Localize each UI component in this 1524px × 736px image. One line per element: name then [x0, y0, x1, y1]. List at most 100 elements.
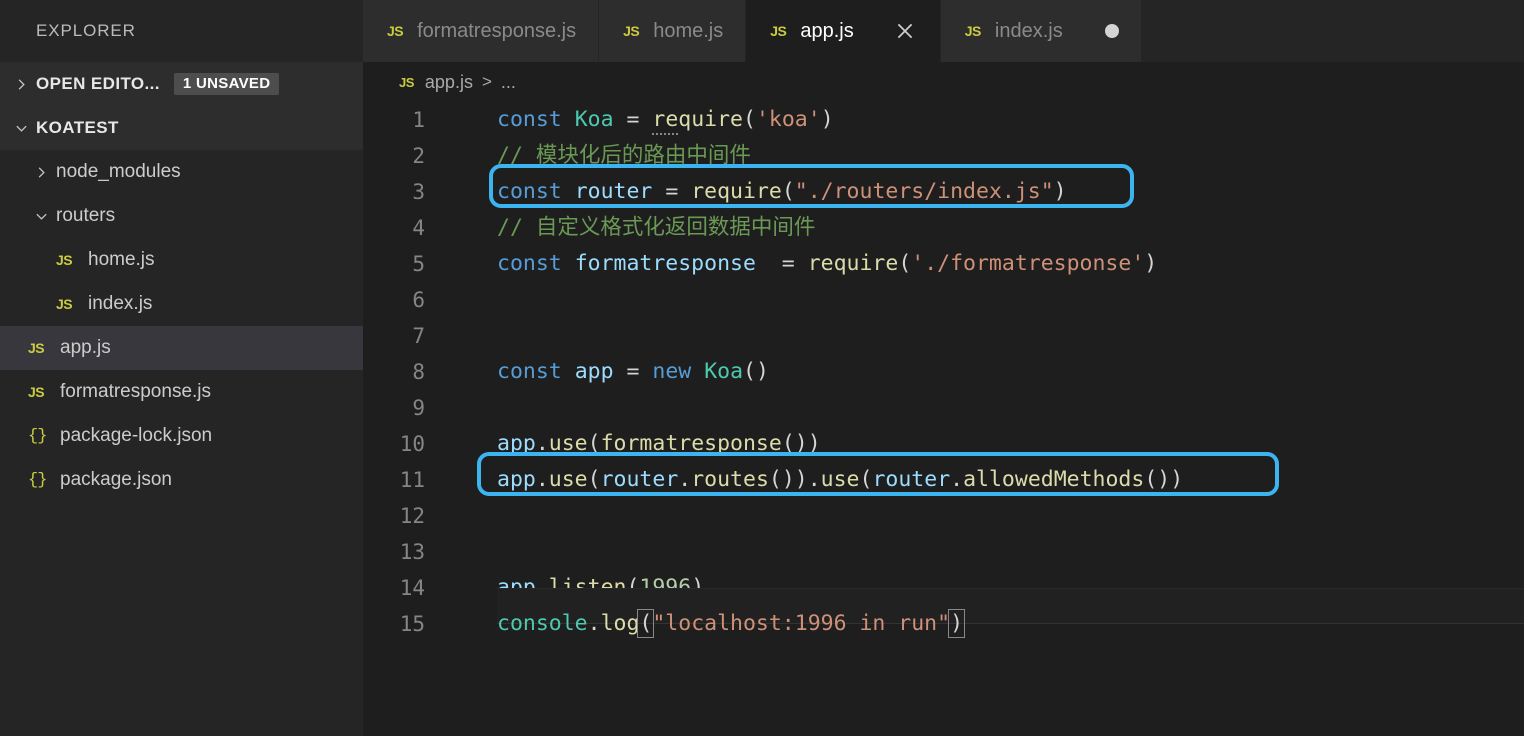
vscode-window: EXPLORER OPEN EDITO... 1 UNSAVED KOATEST	[0, 0, 1524, 736]
tree-item-package-lock-json[interactable]: {} package-lock.json	[0, 414, 363, 458]
breadcrumb-file[interactable]: app.js	[425, 72, 473, 93]
tab-label: formatresponse.js	[417, 20, 576, 43]
tree-item-label: package.json	[60, 469, 172, 491]
open-editors-label: OPEN EDITO...	[36, 74, 160, 94]
line-number: 5	[363, 246, 443, 282]
code-text: const app = new Koa()	[443, 354, 769, 390]
tree-item-label: routers	[56, 205, 115, 227]
code-line[interactable]: 10 app.use(formatresponse())	[363, 426, 1524, 462]
tab-app-js[interactable]: JS app.js	[746, 0, 941, 62]
code-text: // 模块化后的路由中间件	[443, 138, 751, 174]
code-lines: 1 const Koa = require('koa') 2 // 模块化后的路…	[363, 102, 1524, 642]
tree-item-app-js[interactable]: JS app.js	[0, 326, 363, 370]
workspace-name: KOATEST	[36, 118, 119, 138]
code-line[interactable]: 15 console.log("localhost:1996 in run")	[363, 606, 1524, 642]
tab-formatresponse-js[interactable]: JS formatresponse.js	[363, 0, 599, 62]
code-text	[443, 318, 510, 354]
code-text	[443, 282, 510, 318]
tree-item-index-js[interactable]: JS index.js	[0, 282, 363, 326]
tree-item-node-modules[interactable]: node_modules	[0, 150, 363, 194]
breadcrumb: JS app.js > ...	[363, 62, 1524, 102]
unsaved-badge: 1 UNSAVED	[174, 73, 279, 95]
code-text: console.log("localhost:1996 in run")	[443, 606, 963, 642]
code-line[interactable]: 5 const formatresponse = require('./form…	[363, 246, 1524, 282]
json-file-icon: {}	[28, 427, 58, 446]
tab-label: home.js	[653, 20, 723, 43]
tree-item-home-js[interactable]: JS home.js	[0, 238, 363, 282]
chevron-down-icon[interactable]	[28, 203, 54, 229]
line-number: 6	[363, 282, 443, 318]
code-text	[443, 498, 510, 534]
code-line[interactable]: 3 const router = require("./routers/inde…	[363, 174, 1524, 210]
workspace-section-header[interactable]: KOATEST	[0, 106, 363, 150]
js-file-icon: JS	[965, 23, 981, 39]
js-file-icon: JS	[770, 23, 786, 39]
code-text: // 自定义格式化返回数据中间件	[443, 210, 815, 246]
code-text: const formatresponse = require('./format…	[443, 246, 1157, 282]
js-file-icon: JS	[623, 23, 639, 39]
tab-index-js[interactable]: JS index.js	[941, 0, 1142, 62]
tree-item-routers[interactable]: routers	[0, 194, 363, 238]
code-line[interactable]: 1 const Koa = require('koa')	[363, 102, 1524, 138]
tree-item-package-json[interactable]: {} package.json	[0, 458, 363, 502]
code-line[interactable]: 12	[363, 498, 1524, 534]
json-file-icon: {}	[28, 471, 58, 490]
code-text: app.use(formatresponse())	[443, 426, 821, 462]
tab-label: index.js	[995, 20, 1063, 43]
tree-item-label: package-lock.json	[60, 425, 212, 447]
line-number: 15	[363, 606, 443, 642]
file-tree: node_modules routers JS home.js JS	[0, 150, 363, 502]
line-number: 11	[363, 462, 443, 498]
tree-item-label: app.js	[60, 337, 111, 359]
line-number: 2	[363, 138, 443, 174]
code-line[interactable]: 14 app.listen(1996)	[363, 570, 1524, 606]
js-file-icon: JS	[399, 75, 414, 90]
code-line[interactable]: 4 // 自定义格式化返回数据中间件	[363, 210, 1524, 246]
js-file-icon: JS	[28, 384, 58, 400]
tree-item-label: home.js	[88, 249, 155, 271]
js-file-icon: JS	[56, 296, 86, 312]
code-text: app.listen(1996)	[443, 570, 704, 606]
chevron-right-icon[interactable]	[28, 159, 54, 185]
chevron-right-icon[interactable]	[8, 71, 34, 97]
line-number: 13	[363, 534, 443, 570]
code-line[interactable]: 6	[363, 282, 1524, 318]
tab-home-js[interactable]: JS home.js	[599, 0, 746, 62]
explorer-title: EXPLORER	[0, 0, 363, 62]
line-number: 1	[363, 102, 443, 138]
breadcrumb-more[interactable]: ...	[501, 72, 516, 93]
code-line[interactable]: 2 // 模块化后的路由中间件	[363, 138, 1524, 174]
js-file-icon: JS	[28, 340, 58, 356]
tree-item-label: index.js	[88, 293, 152, 315]
tab-bar-filler	[1142, 0, 1524, 62]
js-file-icon: JS	[387, 23, 403, 39]
code-line[interactable]: 13	[363, 534, 1524, 570]
code-line[interactable]: 8 const app = new Koa()	[363, 354, 1524, 390]
tree-item-label: formatresponse.js	[60, 381, 211, 403]
line-number: 7	[363, 318, 443, 354]
close-icon[interactable]	[892, 18, 918, 44]
chevron-right-icon: >	[482, 72, 492, 92]
editor-area: JS formatresponse.js JS home.js JS app.j…	[363, 0, 1524, 736]
unsaved-dot-icon[interactable]	[1105, 24, 1119, 38]
line-number: 4	[363, 210, 443, 246]
line-number: 3	[363, 174, 443, 210]
tree-item-label: node_modules	[56, 161, 181, 183]
line-number: 10	[363, 426, 443, 462]
code-editor[interactable]: 1 const Koa = require('koa') 2 // 模块化后的路…	[363, 102, 1524, 736]
open-editors-section-header[interactable]: OPEN EDITO... 1 UNSAVED	[0, 62, 363, 106]
chevron-down-icon[interactable]	[8, 115, 34, 141]
code-text: app.use(router.routes()).use(router.allo…	[443, 462, 1183, 498]
code-line[interactable]: 7	[363, 318, 1524, 354]
code-line[interactable]: 9	[363, 390, 1524, 426]
tab-label: app.js	[800, 20, 853, 43]
tree-item-formatresponse-js[interactable]: JS formatresponse.js	[0, 370, 363, 414]
line-number: 12	[363, 498, 443, 534]
line-number: 9	[363, 390, 443, 426]
editor-tab-bar: JS formatresponse.js JS home.js JS app.j…	[363, 0, 1524, 62]
code-line[interactable]: 11 app.use(router.routes()).use(router.a…	[363, 462, 1524, 498]
explorer-sidebar: EXPLORER OPEN EDITO... 1 UNSAVED KOATEST	[0, 0, 363, 736]
code-text	[443, 534, 510, 570]
code-text: const router = require("./routers/index.…	[443, 174, 1067, 210]
js-file-icon: JS	[56, 252, 86, 268]
